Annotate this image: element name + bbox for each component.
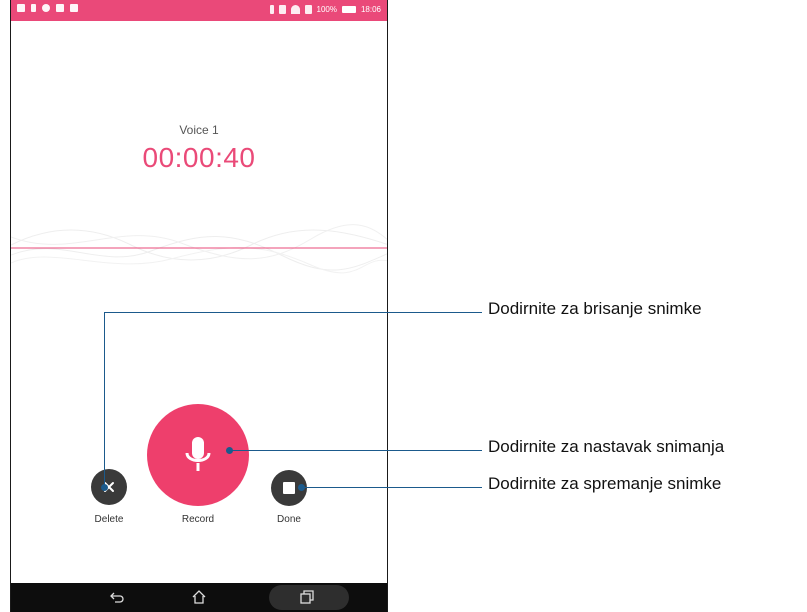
- image-notification-icon: [70, 4, 78, 12]
- delete-button[interactable]: [91, 469, 127, 505]
- record-callout-dot: [226, 447, 233, 454]
- delete-callout-vertical-line: [104, 312, 105, 487]
- battery-icon: [341, 6, 356, 13]
- done-callout-line: [302, 487, 482, 488]
- mic-notification-icon: [31, 4, 36, 12]
- record-callout-text: Dodirnite za nastavak snimanja: [488, 437, 725, 456]
- delete-callout-text: Dodirnite za brisanje snimke: [488, 299, 702, 318]
- clock: 18:06: [360, 5, 381, 14]
- waveform: [11, 224, 387, 274]
- recent-apps-icon[interactable]: [299, 589, 315, 605]
- delete-label: Delete: [94, 514, 124, 525]
- done-label: Done: [277, 514, 301, 525]
- signal-icon: [304, 5, 312, 14]
- delete-callout-horizontal-line: [104, 312, 482, 313]
- record-button[interactable]: [147, 404, 249, 506]
- bag-notification-icon: [56, 4, 64, 12]
- record-callout-line: [230, 450, 482, 451]
- navigation-bar: [11, 583, 387, 612]
- wifi-icon: [290, 5, 300, 14]
- system-status: 100% 18:06: [269, 5, 381, 14]
- notification-icons: [17, 4, 78, 12]
- vibrate-icon: [278, 5, 286, 14]
- recording-name: Voice 1: [179, 123, 219, 137]
- stop-icon: [283, 482, 295, 494]
- back-icon[interactable]: [109, 589, 125, 605]
- phone-screen: 100% 18:06 Voice 1 00:00:40 Delete Recor…: [10, 0, 388, 612]
- delete-callout-dot: [101, 484, 108, 491]
- recording-timer: 00:00:40: [142, 142, 256, 173]
- status-bar: 100% 18:06: [11, 0, 387, 21]
- cloud-notification-icon: [42, 4, 50, 12]
- microphone-icon: [185, 437, 211, 471]
- bluetooth-icon: [269, 5, 274, 14]
- battery-percent: 100%: [316, 5, 337, 14]
- record-label: Record: [181, 514, 215, 525]
- gallery-notification-icon: [17, 4, 25, 12]
- done-callout-dot: [298, 484, 305, 491]
- done-callout-text: Dodirnite za spremanje snimke: [488, 474, 722, 493]
- home-icon[interactable]: [191, 589, 207, 605]
